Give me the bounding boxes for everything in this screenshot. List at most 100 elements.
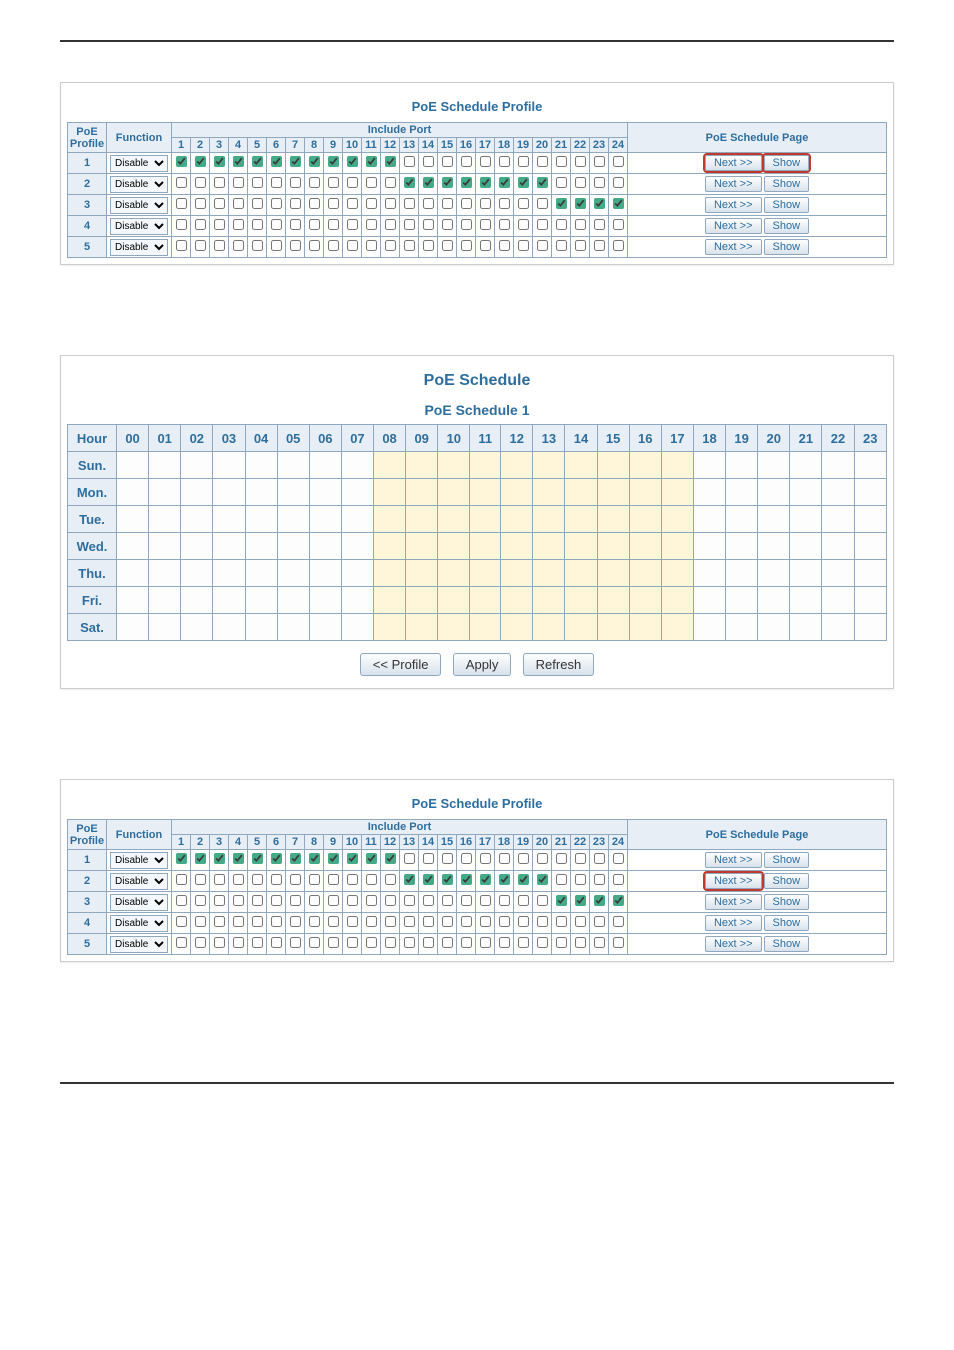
schedule-cell[interactable]	[181, 533, 213, 560]
schedule-cell[interactable]	[501, 533, 533, 560]
port-checkbox[interactable]	[423, 177, 434, 188]
port-checkbox[interactable]	[518, 219, 529, 230]
show-button[interactable]: Show	[764, 915, 810, 931]
port-checkbox[interactable]	[442, 874, 453, 885]
schedule-cell[interactable]	[213, 614, 245, 641]
port-checkbox[interactable]	[385, 156, 396, 167]
port-checkbox[interactable]	[328, 916, 339, 927]
schedule-cell[interactable]	[213, 560, 245, 587]
schedule-cell[interactable]	[822, 587, 854, 614]
schedule-cell[interactable]	[213, 587, 245, 614]
port-checkbox[interactable]	[537, 198, 548, 209]
function-select[interactable]: Disable	[110, 936, 168, 953]
port-checkbox[interactable]	[195, 853, 206, 864]
schedule-cell[interactable]	[341, 452, 373, 479]
port-checkbox[interactable]	[613, 874, 624, 885]
show-button[interactable]: Show	[764, 155, 810, 171]
port-checkbox[interactable]	[290, 937, 301, 948]
port-checkbox[interactable]	[328, 198, 339, 209]
schedule-cell[interactable]	[597, 452, 629, 479]
schedule-cell[interactable]	[822, 560, 854, 587]
port-checkbox[interactable]	[499, 177, 510, 188]
port-checkbox[interactable]	[233, 937, 244, 948]
schedule-cell[interactable]	[470, 614, 501, 641]
port-checkbox[interactable]	[537, 240, 548, 251]
port-checkbox[interactable]	[290, 198, 301, 209]
port-checkbox[interactable]	[423, 937, 434, 948]
schedule-cell[interactable]	[790, 452, 822, 479]
schedule-cell[interactable]	[117, 614, 149, 641]
port-checkbox[interactable]	[233, 198, 244, 209]
schedule-cell[interactable]	[470, 479, 501, 506]
schedule-cell[interactable]	[597, 560, 629, 587]
port-checkbox[interactable]	[594, 895, 605, 906]
function-select[interactable]: Disable	[110, 176, 168, 193]
schedule-cell[interactable]	[277, 533, 309, 560]
schedule-cell[interactable]	[822, 479, 854, 506]
port-checkbox[interactable]	[176, 874, 187, 885]
port-checkbox[interactable]	[499, 853, 510, 864]
port-checkbox[interactable]	[252, 198, 263, 209]
port-checkbox[interactable]	[252, 937, 263, 948]
port-checkbox[interactable]	[480, 240, 491, 251]
port-checkbox[interactable]	[461, 937, 472, 948]
profile-back-button[interactable]: << Profile	[360, 653, 442, 676]
port-checkbox[interactable]	[309, 198, 320, 209]
port-checkbox[interactable]	[347, 240, 358, 251]
schedule-cell[interactable]	[533, 587, 565, 614]
schedule-cell[interactable]	[661, 560, 693, 587]
function-select[interactable]: Disable	[110, 197, 168, 214]
port-checkbox[interactable]	[442, 198, 453, 209]
port-checkbox[interactable]	[233, 156, 244, 167]
schedule-cell[interactable]	[470, 506, 501, 533]
schedule-cell[interactable]	[117, 479, 149, 506]
schedule-cell[interactable]	[213, 506, 245, 533]
schedule-cell[interactable]	[565, 452, 597, 479]
port-checkbox[interactable]	[518, 895, 529, 906]
next-button[interactable]: Next >>	[705, 176, 762, 192]
port-checkbox[interactable]	[233, 895, 244, 906]
schedule-cell[interactable]	[565, 479, 597, 506]
port-checkbox[interactable]	[575, 916, 586, 927]
schedule-cell[interactable]	[438, 533, 470, 560]
port-checkbox[interactable]	[537, 177, 548, 188]
schedule-cell[interactable]	[726, 479, 758, 506]
schedule-cell[interactable]	[758, 614, 790, 641]
schedule-cell[interactable]	[117, 452, 149, 479]
port-checkbox[interactable]	[385, 219, 396, 230]
schedule-cell[interactable]	[117, 506, 149, 533]
schedule-cell[interactable]	[822, 614, 854, 641]
port-checkbox[interactable]	[613, 916, 624, 927]
schedule-cell[interactable]	[565, 533, 597, 560]
port-checkbox[interactable]	[328, 219, 339, 230]
schedule-cell[interactable]	[533, 560, 565, 587]
port-checkbox[interactable]	[404, 895, 415, 906]
port-checkbox[interactable]	[309, 240, 320, 251]
port-checkbox[interactable]	[195, 177, 206, 188]
schedule-cell[interactable]	[822, 506, 854, 533]
schedule-cell[interactable]	[501, 587, 533, 614]
port-checkbox[interactable]	[594, 853, 605, 864]
port-checkbox[interactable]	[309, 895, 320, 906]
schedule-cell[interactable]	[406, 614, 438, 641]
port-checkbox[interactable]	[214, 916, 225, 927]
schedule-cell[interactable]	[341, 614, 373, 641]
schedule-cell[interactable]	[758, 479, 790, 506]
show-button[interactable]: Show	[764, 239, 810, 255]
port-checkbox[interactable]	[442, 156, 453, 167]
port-checkbox[interactable]	[290, 895, 301, 906]
schedule-cell[interactable]	[854, 560, 886, 587]
next-button[interactable]: Next >>	[705, 239, 762, 255]
port-checkbox[interactable]	[461, 156, 472, 167]
port-checkbox[interactable]	[575, 853, 586, 864]
port-checkbox[interactable]	[537, 156, 548, 167]
port-checkbox[interactable]	[404, 916, 415, 927]
port-checkbox[interactable]	[613, 853, 624, 864]
port-checkbox[interactable]	[556, 240, 567, 251]
port-checkbox[interactable]	[309, 874, 320, 885]
schedule-cell[interactable]	[149, 533, 181, 560]
port-checkbox[interactable]	[480, 895, 491, 906]
schedule-cell[interactable]	[245, 560, 277, 587]
port-checkbox[interactable]	[442, 853, 453, 864]
port-checkbox[interactable]	[214, 874, 225, 885]
